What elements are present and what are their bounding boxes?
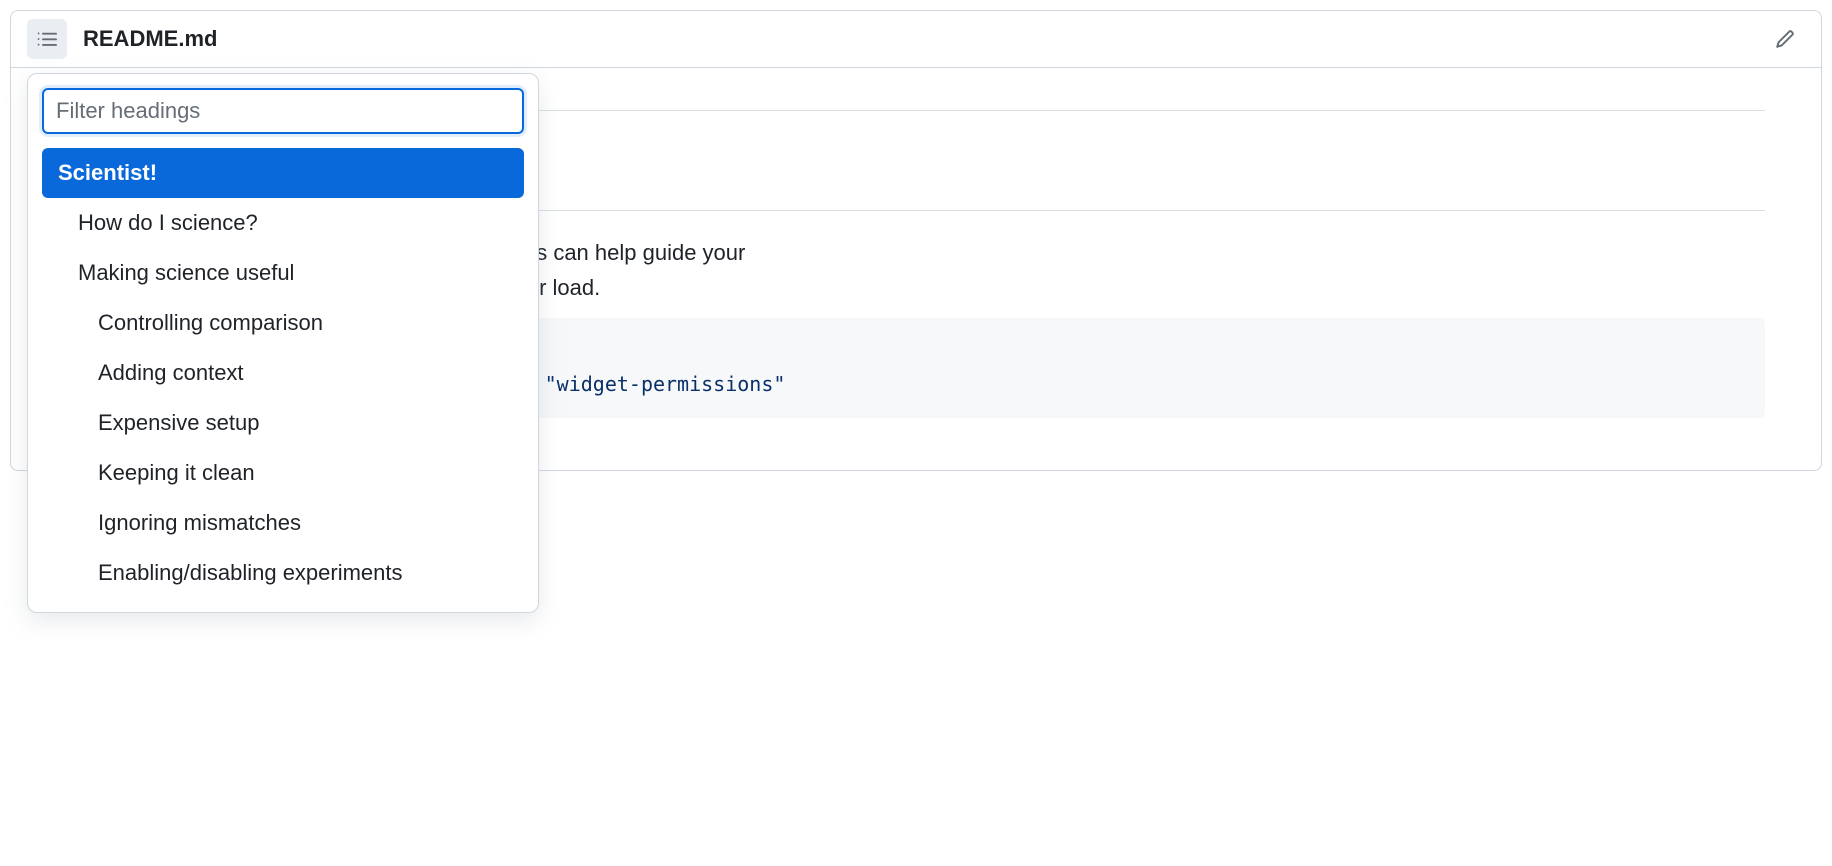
list-icon [37,29,57,49]
code-string: "widget-permissions" [545,372,786,396]
toc-heading-item[interactable]: Expensive setup [42,398,524,448]
toc-heading-item[interactable]: Adding context [42,348,524,398]
toc-toggle-button[interactable] [27,19,67,59]
file-title: README.md [83,26,217,52]
toc-heading-item[interactable]: Keeping it clean [42,448,524,498]
toc-heading-list[interactable]: Scientist!How do I science?Making scienc… [42,148,524,598]
toc-popover: Scientist!How do I science?Making scienc… [27,73,539,613]
toc-heading-item[interactable]: How do I science? [42,198,524,248]
toc-heading-item[interactable]: Making science useful [42,248,524,298]
file-header: README.md [11,11,1821,67]
toc-heading-item[interactable]: Controlling comparison [42,298,524,348]
toc-heading-item[interactable]: Enabling/disabling experiments [42,548,524,598]
readme-file-box: README.md critical paths. CI passing [10,10,1822,471]
pencil-icon [1775,29,1795,49]
toc-filter-input[interactable] [42,88,524,134]
edit-file-button[interactable] [1765,19,1805,59]
toc-heading-item[interactable]: Ignoring mismatches [42,498,524,548]
toc-heading-item[interactable]: Scientist! [42,148,524,198]
